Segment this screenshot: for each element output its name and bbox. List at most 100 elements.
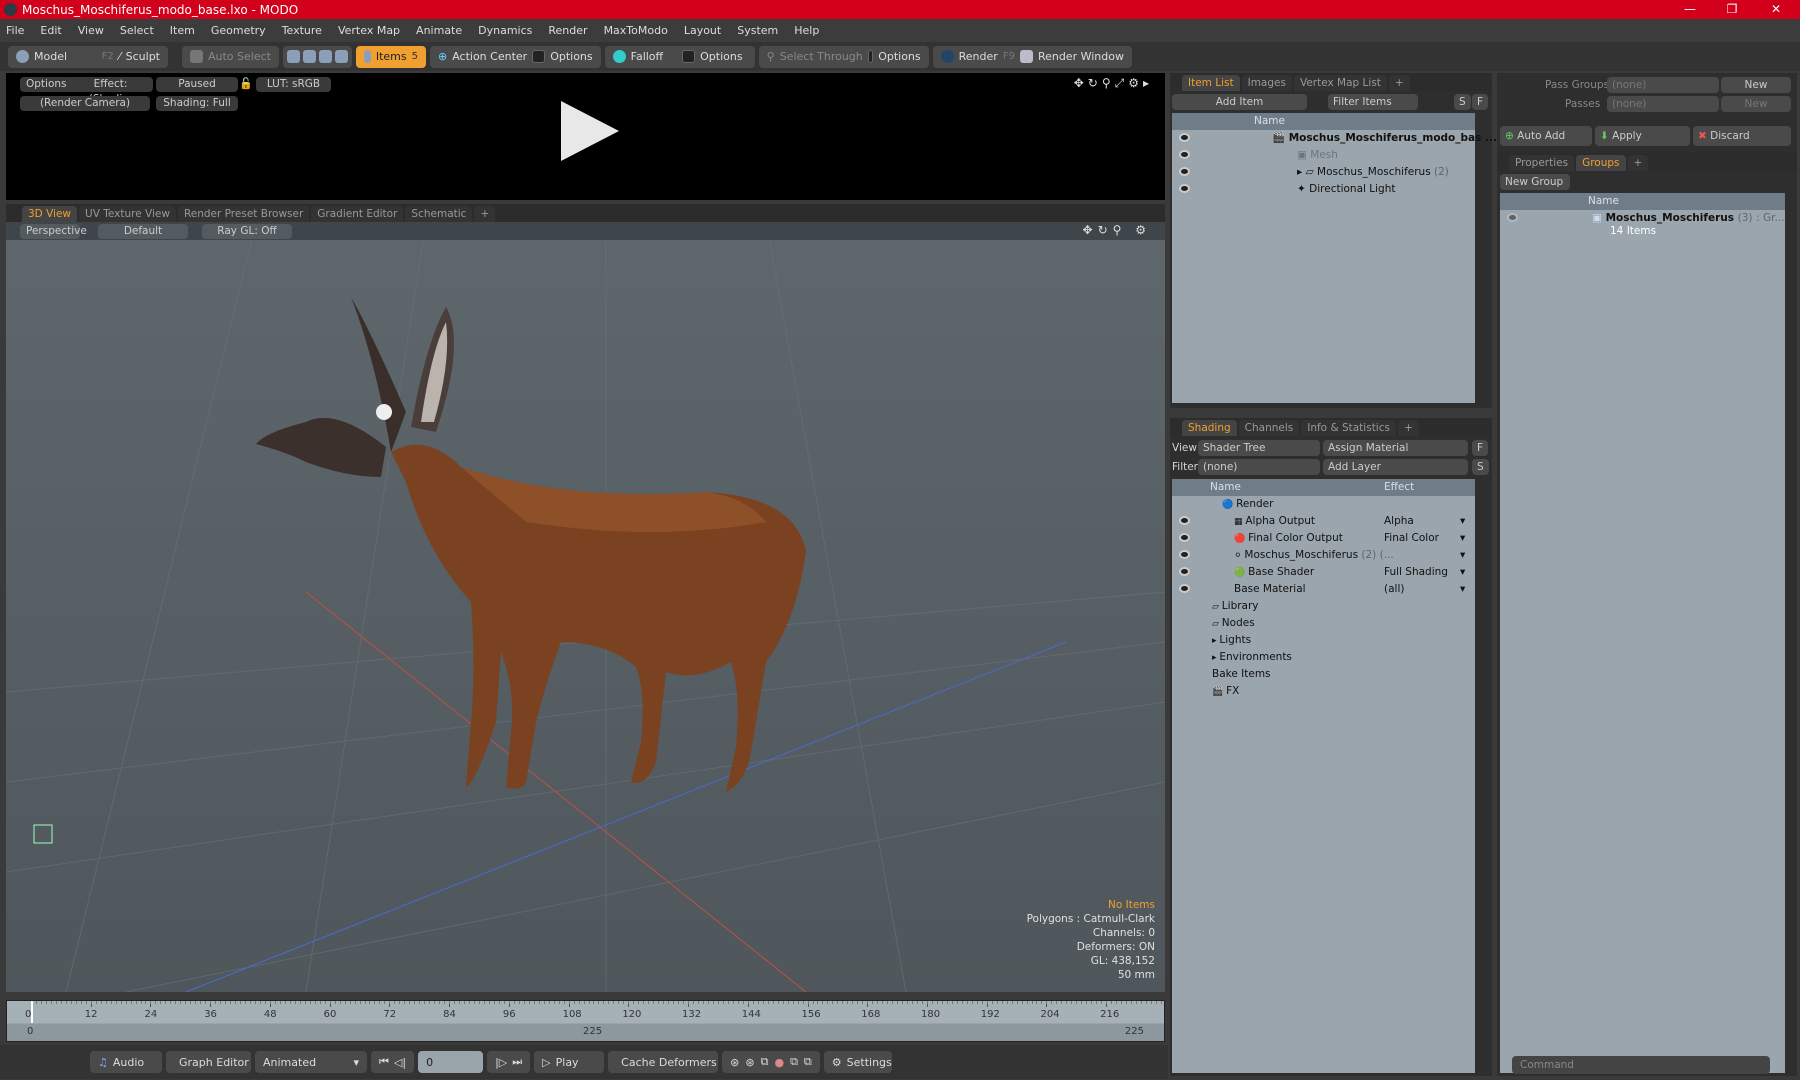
menu-maxtomodo[interactable]: MaxToModo <box>604 24 668 37</box>
lock-icon[interactable]: 🔓 <box>239 77 253 90</box>
tab-vertex-map-list[interactable]: Vertex Map List <box>1293 75 1387 91</box>
options-label[interactable]: Options <box>878 50 920 63</box>
eye-icon[interactable] <box>1179 516 1190 525</box>
key-icon[interactable]: ⧉ <box>804 1055 812 1069</box>
f-button[interactable]: F <box>1472 440 1489 456</box>
menu-layout[interactable]: Layout <box>684 24 721 37</box>
menu-animate[interactable]: Animate <box>416 24 462 37</box>
paused-button[interactable]: Paused <box>156 77 238 92</box>
graph-editor-button[interactable]: Graph Editor <box>166 1051 251 1073</box>
effect-dropdown[interactable]: Final Color <box>1384 530 1439 547</box>
chevron-down-icon[interactable]: ▾ <box>1460 530 1465 547</box>
s-button[interactable]: S <box>1454 94 1471 110</box>
materials-icon[interactable] <box>334 50 348 63</box>
eye-icon[interactable] <box>1179 550 1190 559</box>
raygl-dropdown[interactable]: Ray GL: Off <box>202 224 292 239</box>
minimize-button[interactable]: — <box>1670 0 1710 19</box>
render-button[interactable]: Render F9 Render Window <box>932 45 1132 68</box>
menu-texture[interactable]: Texture <box>282 24 322 37</box>
key-icon[interactable]: ⊛ <box>745 1056 754 1069</box>
frame-input[interactable]: 0 <box>418 1051 484 1073</box>
menu-edit[interactable]: Edit <box>40 24 61 37</box>
play-button[interactable]: ▷ Play <box>534 1051 605 1073</box>
step-forward-icon[interactable]: |▷ <box>495 1056 507 1069</box>
chevron-down-icon[interactable]: ▾ <box>1460 581 1465 598</box>
tab--[interactable]: + <box>1627 155 1649 171</box>
lut-dropdown[interactable]: LUT: sRGB <box>256 77 331 92</box>
menu-dynamics[interactable]: Dynamics <box>478 24 532 37</box>
shader-row[interactable]: ▦ Alpha Output Alpha ▾ <box>1172 513 1475 530</box>
style-dropdown[interactable]: Default <box>98 224 188 239</box>
passes-dropdown[interactable]: (none) <box>1607 96 1719 112</box>
options-label[interactable]: Options <box>550 50 592 63</box>
menu-geometry[interactable]: Geometry <box>211 24 266 37</box>
action-center-button[interactable]: ⊕ Action Center Options <box>429 45 601 68</box>
shader-row[interactable]: ▸ Lights <box>1172 632 1475 649</box>
timeline-ruler[interactable]: 0 12 24 36 48 60 72 84 96 108 120 132 144 156 168 180 19… <box>7 1001 1164 1023</box>
shader-row[interactable]: ▱ Nodes <box>1172 615 1475 632</box>
viewport-nav-icons[interactable]: ✥↻⚲ ⚙ <box>1083 223 1151 237</box>
tab--[interactable]: + <box>1388 75 1410 91</box>
playhead[interactable] <box>31 1001 33 1023</box>
projection-dropdown[interactable]: Perspective <box>20 224 87 239</box>
shader-row[interactable]: Bake Items <box>1172 666 1475 683</box>
add-layer-dropdown[interactable]: Add Layer <box>1323 459 1468 475</box>
menu-render[interactable]: Render <box>548 24 587 37</box>
name-column-header[interactable]: Name <box>1172 113 1475 130</box>
cache-deformers-button[interactable]: Cache Deformers <box>608 1051 719 1073</box>
tab-gradient-editor[interactable]: Gradient Editor <box>311 206 404 222</box>
preview-options-button[interactable]: Options <box>20 77 73 92</box>
tab-groups[interactable]: Groups <box>1576 155 1626 171</box>
apply-button[interactable]: ⬇ Apply <box>1595 126 1690 146</box>
shader-row[interactable]: ▸ Environments <box>1172 649 1475 666</box>
polygons-icon[interactable] <box>318 50 332 63</box>
preview-nav-icons[interactable]: ✥↻⚲⤢⚙▸ <box>1074 76 1153 91</box>
close-button[interactable]: ✕ <box>1756 0 1796 19</box>
key-icon[interactable]: ⧉ <box>790 1055 798 1069</box>
next-key-buttons[interactable]: |▷ ⏭ <box>487 1051 531 1073</box>
effect-dropdown[interactable]: Effect: (Shadi... <box>68 77 153 105</box>
tab-info-statistics[interactable]: Info & Statistics <box>1301 420 1396 436</box>
record-icon[interactable]: ● <box>774 1056 784 1069</box>
tab-images[interactable]: Images <box>1241 75 1292 91</box>
falloff-button[interactable]: Falloff Options <box>604 45 755 68</box>
view-dropdown[interactable]: Shader Tree <box>1198 440 1320 456</box>
tab-properties[interactable]: Properties <box>1509 155 1575 171</box>
shader-row[interactable]: ▱ Library <box>1172 598 1475 615</box>
shading-dropdown[interactable]: Shading: Full <box>156 96 238 111</box>
new-pass-group-button[interactable]: New <box>1721 77 1791 93</box>
options-label[interactable]: Options <box>700 50 742 63</box>
new-group-button[interactable]: New Group <box>1500 174 1570 190</box>
shader-row[interactable]: 🟢 Base Shader Full Shading ▾ <box>1172 564 1475 581</box>
menu-help[interactable]: Help <box>794 24 819 37</box>
eye-icon[interactable] <box>1179 133 1190 142</box>
effect-column-header[interactable]: Effect <box>1384 479 1414 496</box>
skip-end-icon[interactable]: ⏭ <box>512 1055 522 1069</box>
items-mode-button[interactable]: Items 5 <box>355 45 426 68</box>
render-window-label[interactable]: Render Window <box>1038 50 1124 63</box>
item-row[interactable]: ✦ Directional Light <box>1172 181 1475 198</box>
prev-key-buttons[interactable]: ⏮ ◁| <box>371 1051 415 1073</box>
shader-row[interactable]: 🔵 Render <box>1172 496 1475 513</box>
tab-schematic[interactable]: Schematic <box>405 206 473 222</box>
shader-row[interactable]: 🎬 FX <box>1172 683 1475 700</box>
name-column-header[interactable]: Name <box>1210 479 1241 496</box>
assign-material-button[interactable]: Assign Material <box>1323 440 1468 456</box>
effect-dropdown[interactable]: Alpha <box>1384 513 1414 530</box>
item-row[interactable]: ▸ ▱ Moschus_Moschiferus (2) <box>1172 164 1475 181</box>
select-through-button[interactable]: ⚲ Select Through Options <box>758 45 929 68</box>
edges-icon[interactable] <box>302 50 316 63</box>
chevron-down-icon[interactable]: ▾ <box>1460 547 1465 564</box>
skip-start-icon[interactable]: ⏮ <box>379 1055 389 1069</box>
pass-groups-dropdown[interactable]: (none) <box>1607 77 1719 93</box>
tab--[interactable]: + <box>474 206 496 222</box>
group-row[interactable]: ▣ Moschus_Moschiferus (3) : Gr... 14 Ite… <box>1500 210 1785 244</box>
tab-shading[interactable]: Shading <box>1182 420 1237 436</box>
key-icon[interactable]: ⧉ <box>761 1055 769 1069</box>
auto-select-button[interactable]: Auto Select <box>182 45 279 68</box>
tab-uv-texture-view[interactable]: UV Texture View <box>79 206 176 222</box>
model-mode-button[interactable]: Model F2 ⁄ Sculpt <box>8 45 168 68</box>
chevron-down-icon[interactable]: ▾ <box>1460 513 1465 530</box>
vertices-icon[interactable] <box>286 50 300 63</box>
menu-file[interactable]: File <box>6 24 24 37</box>
